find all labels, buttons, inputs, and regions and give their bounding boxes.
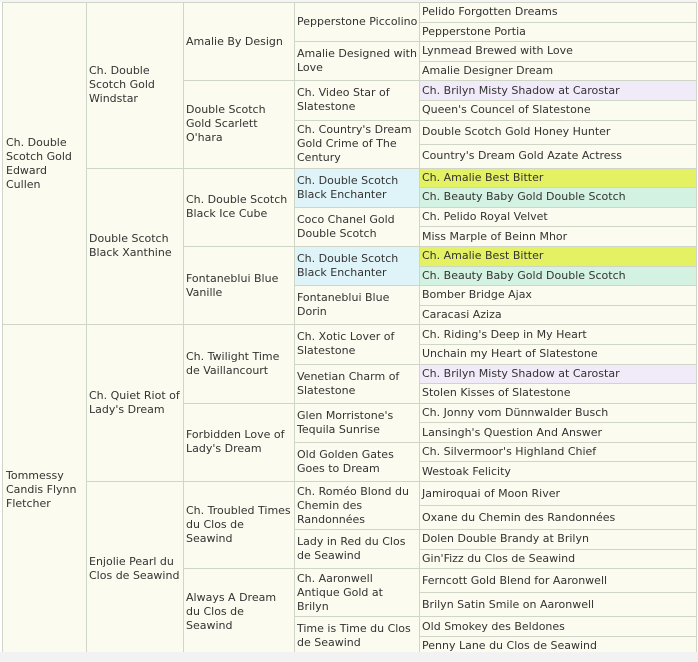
pedigree-cell-g5[interactable]: Lynmead Brewed with Love — [419, 41, 697, 62]
pedigree-cell-g5[interactable]: Dolen Double Brandy at Brilyn — [419, 529, 697, 550]
pedigree-cell-g5[interactable]: Brilyn Satin Smile on Aaronwell — [419, 592, 697, 618]
pedigree-cell-g5[interactable]: Ch. Amalie Best Bitter — [419, 245, 697, 267]
pedigree-cell-g5[interactable]: Miss Marple of Beinn Mhor — [419, 226, 697, 247]
pedigree-cell-g3[interactable]: Double Scotch Gold Scarlett O'hara — [183, 80, 295, 169]
pedigree-cell-g5[interactable]: Ch. Amalie Best Bitter — [419, 167, 697, 189]
bottom-strip — [0, 652, 698, 662]
pedigree-cell-g5[interactable]: Amalie Designer Dream — [419, 60, 697, 82]
pedigree-table: Ch. Double Scotch Gold Edward Cullen Ch.… — [2, 1, 697, 657]
pedigree-cell-g5[interactable]: Old Smokey des Beldones — [419, 616, 697, 637]
pedigree-cell-g5[interactable]: Gin'Fizz du Clos de Seawind — [419, 548, 697, 570]
pedigree-cell-g5[interactable]: Ch. Jonny vom Dünnwalder Busch — [419, 402, 697, 424]
pedigree-cell-g5[interactable]: Bomber Bridge Ajax — [419, 285, 697, 306]
pedigree-cell-g4[interactable]: Venetian Charm of Slatestone — [294, 363, 420, 404]
pedigree-cell-g3[interactable]: Always A Dream du Clos de Seawind — [183, 568, 295, 657]
pedigree-cell-g5[interactable]: Ch. Brilyn Misty Shadow at Carostar — [419, 80, 697, 101]
pedigree-cell-g4[interactable]: Ch. Double Scotch Black Enchanter — [294, 167, 420, 208]
pedigree-cell-g2[interactable]: Ch. Quiet Riot of Lady's Dream — [86, 324, 184, 483]
pedigree-cell-g4[interactable]: Ch. Roméo Blond du Chemin des Randonnées — [294, 481, 420, 531]
pedigree-cell-g4[interactable]: Pepperstone Piccolino — [294, 1, 420, 43]
pedigree-cell-g5[interactable]: Ch. Brilyn Misty Shadow at Carostar — [419, 363, 697, 385]
pedigree-cell-g4[interactable]: Ch. Xotic Lover of Slatestone — [294, 324, 420, 365]
pedigree-cell-g5[interactable]: Ch. Beauty Baby Gold Double Scotch — [419, 187, 697, 208]
pedigree-cell-g5[interactable]: Ch. Pelido Royal Velvet — [419, 206, 697, 228]
pedigree-cell-g4[interactable]: Amalie Designed with Love — [294, 41, 420, 82]
pedigree-cell-g4[interactable]: Old Golden Gates Goes to Dream — [294, 441, 420, 483]
pedigree-cell-g5[interactable]: Ch. Silvermoor's Highland Chief — [419, 441, 697, 463]
pedigree-cell-g4[interactable]: Ch. Country's Dream Gold Crime of The Ce… — [294, 119, 420, 169]
pedigree-cell-sire-sire[interactable]: Ch. Double Scotch Gold Windstar — [86, 2, 184, 169]
pedigree-cell-g4[interactable]: Lady in Red du Clos de Seawind — [294, 529, 420, 570]
pedigree-cell-sire-sire-sire[interactable]: Amalie By Design — [183, 1, 295, 82]
pedigree-cell-g5[interactable]: Jamiroquai of Moon River — [419, 481, 697, 507]
pedigree-cell-g5[interactable]: Queen's Councel of Slatestone — [419, 99, 697, 121]
pedigree-cell-g5[interactable]: Ch. Beauty Baby Gold Double Scotch — [419, 265, 697, 287]
pedigree-cell-g2[interactable]: Enjolie Pearl du Clos de Seawind — [86, 481, 184, 657]
pedigree-cell-g5[interactable]: Pelido Forgotten Dreams — [419, 2, 697, 23]
pedigree-cell-g5[interactable]: Pepperstone Portia — [419, 21, 697, 43]
pedigree-cell-g3[interactable]: Ch. Twilight Time de Vaillancourt — [183, 324, 295, 404]
pedigree-cell-g5[interactable]: Caracasi Aziza — [419, 304, 697, 326]
pedigree-cell-sire[interactable]: Ch. Double Scotch Gold Edward Cullen — [2, 1, 87, 326]
pedigree-cell-dam[interactable]: Tommessy Candis Flynn Fletcher — [2, 324, 87, 657]
pedigree-cell-g3[interactable]: Fontaneblui Blue Vanille — [183, 245, 295, 326]
pedigree-cell-g3[interactable]: Ch. Troubled Times du Clos de Seawind — [183, 481, 295, 570]
pedigree-cell-g5[interactable]: Double Scotch Gold Honey Hunter — [419, 119, 697, 145]
pedigree-cell-g4[interactable]: Coco Chanel Gold Double Scotch — [294, 206, 420, 247]
pedigree-cell-g4[interactable]: Time is Time du Clos de Seawind — [294, 616, 420, 657]
pedigree-cell-g4[interactable]: Ch. Double Scotch Black Enchanter — [294, 245, 420, 287]
pedigree-cell-g4[interactable]: Glen Morristone's Tequila Sunrise — [294, 402, 420, 443]
pedigree-cell-g4[interactable]: Ch. Aaronwell Antique Gold at Brilyn — [294, 568, 420, 618]
pedigree-cell-g4[interactable]: Fontaneblui Blue Dorin — [294, 285, 420, 326]
pedigree-cell-g5[interactable]: Country's Dream Gold Azate Actress — [419, 143, 697, 169]
pedigree-cell-g5[interactable]: Ch. Riding's Deep in My Heart — [419, 324, 697, 345]
pedigree-cell-g5[interactable]: Stolen Kisses of Slatestone — [419, 383, 697, 404]
pedigree-cell-g5[interactable]: Ferncott Gold Blend for Aaronwell — [419, 568, 697, 594]
pedigree-cell-g3[interactable]: Ch. Double Scotch Black Ice Cube — [183, 167, 295, 247]
pedigree-cell-g5[interactable]: Unchain my Heart of Slatestone — [419, 343, 697, 365]
pedigree-cell-g5[interactable]: Oxane du Chemin des Randonnées — [419, 505, 697, 531]
pedigree-cell-g2[interactable]: Double Scotch Black Xanthine — [86, 167, 184, 326]
pedigree-cell-g4[interactable]: Ch. Video Star of Slatestone — [294, 80, 420, 121]
pedigree-cell-g3[interactable]: Forbidden Love of Lady's Dream — [183, 402, 295, 483]
pedigree-cell-g5[interactable]: Lansingh's Question And Answer — [419, 422, 697, 443]
pedigree-cell-g5[interactable]: Westoak Felicity — [419, 461, 697, 483]
